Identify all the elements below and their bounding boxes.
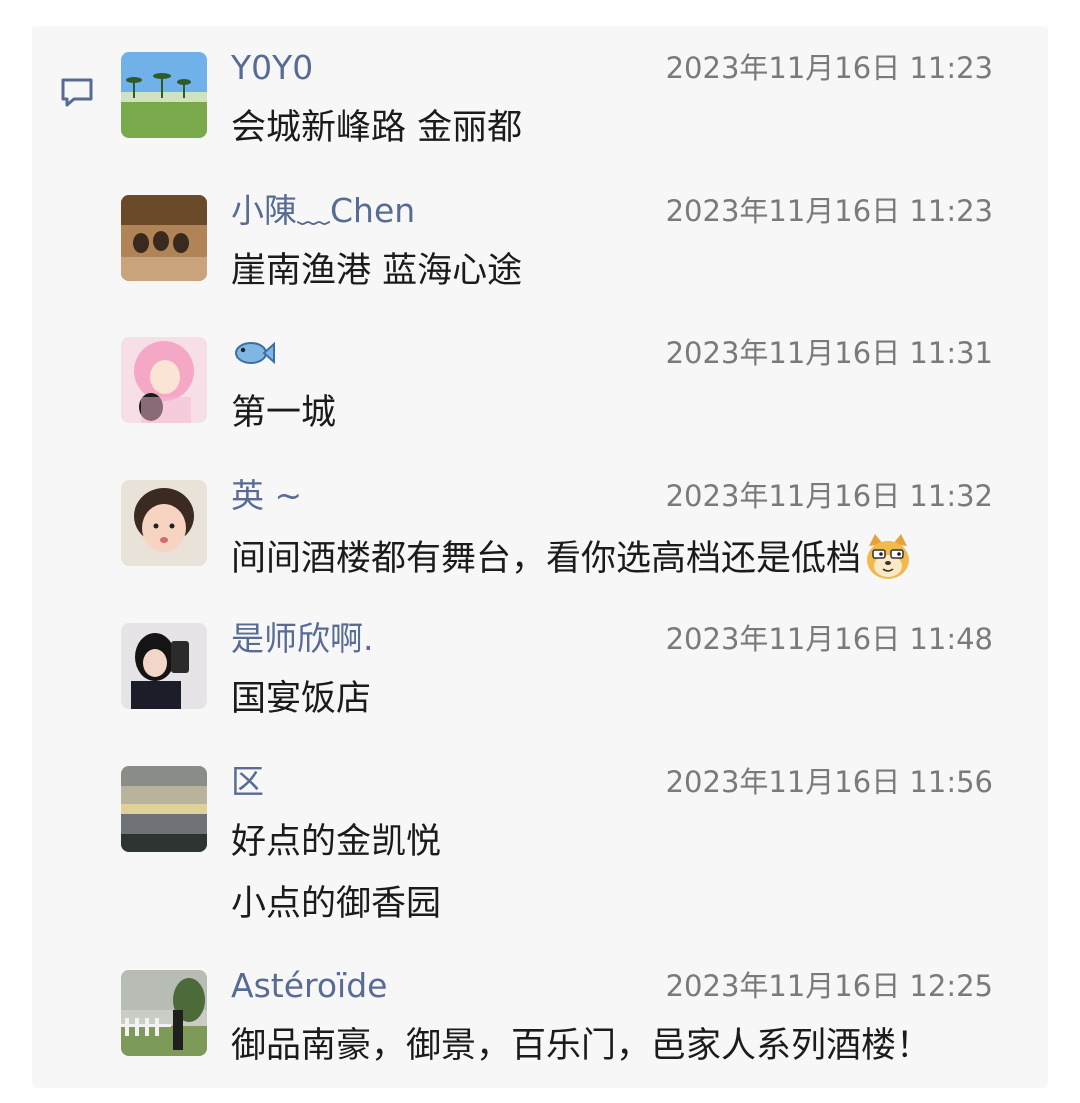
comment-text: 间间酒楼都有舞台，看你选高档还是低档 — [231, 532, 913, 583]
commenter-name[interactable]: 英 ~ — [231, 474, 302, 518]
doge-emoji — [867, 534, 910, 579]
comment-text: 国宴饭店 — [231, 679, 372, 719]
comment-time: 2023年11月16日 11:23 — [665, 194, 993, 228]
commenter-name[interactable]: Y0Y0 — [231, 46, 313, 90]
commenter-name[interactable]: 小陳﹏Chen — [231, 189, 415, 233]
comment-time: 2023年11月16日 11:48 — [665, 622, 993, 656]
palm-beach-avatar[interactable] — [121, 52, 207, 138]
comment-text-line-2: 小点的御香园 — [231, 884, 442, 924]
sunset-sky-avatar[interactable] — [121, 766, 207, 852]
comment-time: 2023年11月16日 11:32 — [665, 479, 993, 513]
comment-time: 2023年11月16日 11:23 — [665, 51, 993, 85]
comment-text-line-1: 好点的金凯悦 — [231, 822, 442, 862]
comment-text: 崖南渔港 蓝海心途 — [231, 251, 523, 291]
comment-text-content: 间间酒楼都有舞台，看你选高档还是低档 — [231, 539, 862, 579]
comment-time: 2023年11月16日 12:25 — [665, 969, 993, 1003]
pink-hair-girl-avatar[interactable] — [121, 337, 207, 423]
comment-icon[interactable] — [59, 74, 95, 110]
fish-emoji — [231, 331, 275, 375]
commenter-name[interactable]: 区 — [231, 760, 264, 804]
comment-text: 第一城 — [231, 393, 337, 433]
commenter-name[interactable]: Astéroïde — [231, 964, 387, 1008]
comment-text: 御品南豪，御景，百乐门，邑家人系列酒楼！ — [231, 1026, 932, 1066]
comment-time: 2023年11月16日 11:56 — [665, 765, 993, 799]
garden-avatar[interactable] — [121, 970, 207, 1056]
comment-time: 2023年11月16日 11:31 — [665, 336, 993, 370]
dogs-avatar[interactable] — [121, 195, 207, 281]
child-avatar[interactable] — [121, 480, 207, 566]
comment-text: 会城新峰路 金丽都 — [231, 108, 523, 148]
commenter-name[interactable]: 是师欣啊. — [231, 617, 374, 661]
selfie-girl-avatar[interactable] — [121, 623, 207, 709]
